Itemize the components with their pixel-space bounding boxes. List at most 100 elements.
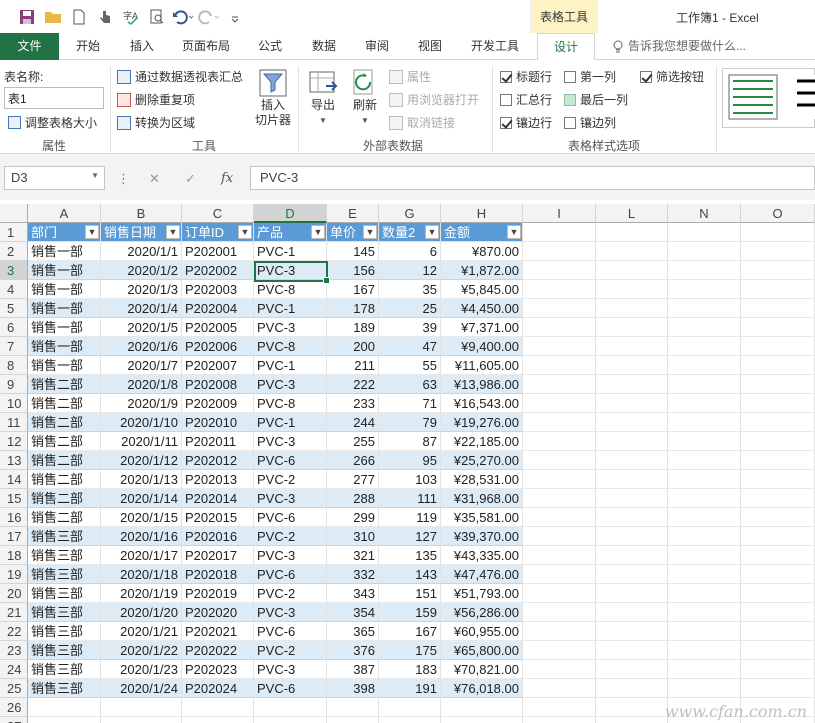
table-cell[interactable]: 47	[379, 337, 441, 356]
table-name-input[interactable]	[4, 87, 104, 109]
table-cell[interactable]: ¥76,018.00	[441, 679, 523, 698]
row-header[interactable]: 23	[0, 641, 28, 660]
column-header[interactable]: C	[182, 204, 254, 223]
empty-cell[interactable]	[741, 565, 815, 584]
empty-cell[interactable]	[254, 717, 327, 723]
table-cell[interactable]: 354	[327, 603, 379, 622]
empty-cell[interactable]	[523, 394, 596, 413]
table-cell[interactable]: 2020/1/21	[101, 622, 182, 641]
empty-cell[interactable]	[741, 641, 815, 660]
table-cell[interactable]: 35	[379, 280, 441, 299]
table-header-cell[interactable]: 销售日期 ▼	[101, 223, 182, 242]
row-header[interactable]: 27	[0, 717, 28, 723]
table-cell[interactable]: PVC-6	[254, 565, 327, 584]
empty-cell[interactable]	[741, 432, 815, 451]
redo-button[interactable]	[196, 7, 222, 27]
table-cell[interactable]: 159	[379, 603, 441, 622]
empty-cell[interactable]	[523, 470, 596, 489]
table-cell[interactable]: ¥11,605.00	[441, 356, 523, 375]
empty-cell[interactable]	[523, 223, 596, 242]
table-cell[interactable]: ¥870.00	[441, 242, 523, 261]
empty-cell[interactable]	[741, 679, 815, 698]
empty-cell[interactable]	[668, 356, 741, 375]
table-cell[interactable]: 111	[379, 489, 441, 508]
empty-cell[interactable]	[28, 698, 101, 717]
table-cell[interactable]: 销售三部	[28, 603, 101, 622]
customize-qat-button[interactable]	[222, 7, 248, 27]
empty-cell[interactable]	[741, 451, 815, 470]
table-cell[interactable]: ¥5,845.00	[441, 280, 523, 299]
table-cell[interactable]: P202013	[182, 470, 254, 489]
table-cell[interactable]: 167	[327, 280, 379, 299]
table-cell[interactable]: 103	[379, 470, 441, 489]
last-column-checkbox[interactable]: 最后一列	[564, 91, 628, 108]
empty-cell[interactable]	[596, 489, 668, 508]
empty-cell[interactable]	[379, 698, 441, 717]
row-header[interactable]: 19	[0, 565, 28, 584]
banded-rows-checkbox[interactable]: 镶边行	[500, 114, 552, 131]
table-cell[interactable]: 288	[327, 489, 379, 508]
table-cell[interactable]: PVC-1	[254, 299, 327, 318]
empty-cell[interactable]	[596, 394, 668, 413]
name-box[interactable]: D3 ▼	[4, 166, 105, 190]
table-cell[interactable]: 2020/1/11	[101, 432, 182, 451]
table-cell[interactable]: 332	[327, 565, 379, 584]
table-cell[interactable]: ¥35,581.00	[441, 508, 523, 527]
table-cell[interactable]: 321	[327, 546, 379, 565]
table-cell[interactable]: 销售二部	[28, 375, 101, 394]
table-cell[interactable]: 2020/1/5	[101, 318, 182, 337]
row-header[interactable]: 7	[0, 337, 28, 356]
table-cell[interactable]: PVC-2	[254, 527, 327, 546]
row-header[interactable]: 20	[0, 584, 28, 603]
table-cell[interactable]: 178	[327, 299, 379, 318]
table-cell[interactable]: 销售一部	[28, 261, 101, 280]
table-cell[interactable]: P202009	[182, 394, 254, 413]
table-cell[interactable]: PVC-6	[254, 508, 327, 527]
undo-button[interactable]	[170, 7, 196, 27]
empty-cell[interactable]	[668, 603, 741, 622]
table-cell[interactable]: 销售二部	[28, 432, 101, 451]
table-cell[interactable]: 销售三部	[28, 546, 101, 565]
select-all-button[interactable]	[0, 204, 28, 223]
empty-cell[interactable]	[254, 698, 327, 717]
table-cell[interactable]: ¥28,531.00	[441, 470, 523, 489]
empty-cell[interactable]	[668, 565, 741, 584]
table-cell[interactable]: 343	[327, 584, 379, 603]
empty-cell[interactable]	[596, 565, 668, 584]
empty-cell[interactable]	[668, 413, 741, 432]
empty-cell[interactable]	[523, 565, 596, 584]
empty-cell[interactable]	[741, 660, 815, 679]
filter-dropdown-icon[interactable]: ▼	[363, 225, 377, 239]
column-header[interactable]: I	[523, 204, 596, 223]
table-cell[interactable]: 79	[379, 413, 441, 432]
empty-cell[interactable]	[741, 280, 815, 299]
empty-cell[interactable]	[596, 584, 668, 603]
column-header[interactable]: N	[668, 204, 741, 223]
empty-cell[interactable]	[441, 698, 523, 717]
empty-cell[interactable]	[523, 299, 596, 318]
empty-cell[interactable]	[741, 508, 815, 527]
row-header[interactable]: 12	[0, 432, 28, 451]
table-cell[interactable]: 2020/1/2	[101, 261, 182, 280]
table-cell[interactable]: 95	[379, 451, 441, 470]
table-cell[interactable]: 2020/1/16	[101, 527, 182, 546]
table-cell[interactable]: ¥70,821.00	[441, 660, 523, 679]
table-cell[interactable]: 6	[379, 242, 441, 261]
table-cell[interactable]: 销售二部	[28, 470, 101, 489]
table-cell[interactable]: 销售三部	[28, 641, 101, 660]
table-cell[interactable]: 销售一部	[28, 299, 101, 318]
empty-cell[interactable]	[668, 451, 741, 470]
summarize-pivot-button[interactable]: 通过数据透视表汇总	[117, 68, 243, 85]
empty-cell[interactable]	[523, 603, 596, 622]
remove-duplicates-button[interactable]: 删除重复项	[117, 91, 195, 108]
table-cell[interactable]: 63	[379, 375, 441, 394]
row-header[interactable]: 3	[0, 261, 28, 280]
empty-cell[interactable]	[596, 546, 668, 565]
table-cell[interactable]: 销售三部	[28, 584, 101, 603]
tab-file[interactable]: 文件	[0, 33, 59, 60]
empty-cell[interactable]	[596, 679, 668, 698]
table-cell[interactable]: P202015	[182, 508, 254, 527]
empty-cell[interactable]	[668, 508, 741, 527]
table-cell[interactable]: 25	[379, 299, 441, 318]
row-header[interactable]: 24	[0, 660, 28, 679]
